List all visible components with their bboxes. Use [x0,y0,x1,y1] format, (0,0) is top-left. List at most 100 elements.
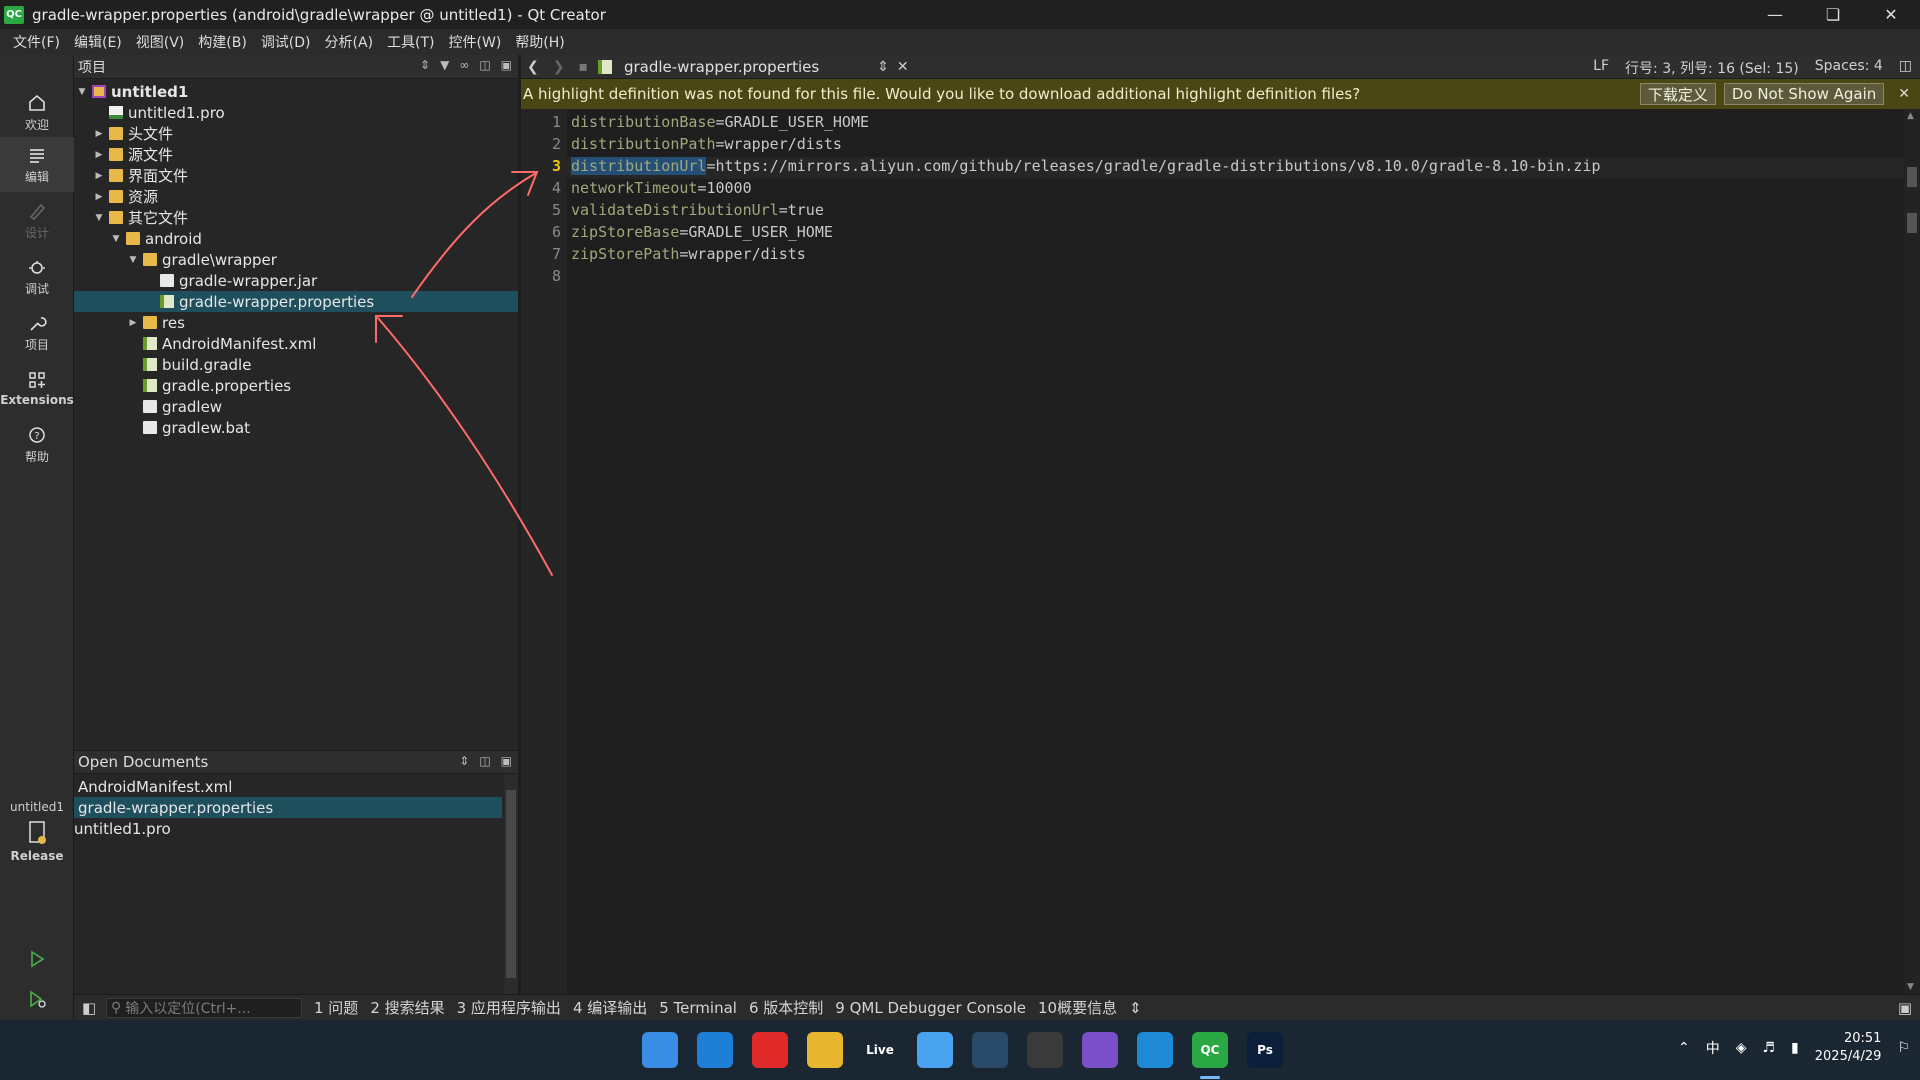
file-explorer-icon[interactable] [807,1032,843,1068]
restore-button[interactable]: ❏ [1804,0,1862,29]
tree-item[interactable]: ▶ 源文件 [74,144,518,165]
back-arrow-icon[interactable]: ❮ [527,59,539,75]
expanded-arrow-icon[interactable]: ▼ [127,255,139,265]
tree-item[interactable]: gradle-wrapper.properties [74,291,518,312]
code-line[interactable]: zipStoreBase=GRADLE_USER_HOME [571,223,833,241]
toggle-right-sidebar-icon[interactable]: ▣ [1898,999,1912,1017]
ime-indicator[interactable]: 中 [1706,1038,1720,1058]
steam-icon[interactable] [972,1032,1008,1068]
split-editor-icon[interactable]: ◫ [1899,58,1912,78]
clock[interactable]: 20:51 2025/4/29 [1815,1030,1882,1066]
edge-icon[interactable] [697,1032,733,1068]
menu-item[interactable]: 文件(F) [13,32,60,52]
document-switch-icon[interactable]: ⇕ [877,59,889,75]
output-tab[interactable]: 10概要信息 [1038,997,1117,1018]
output-tab[interactable]: 9 QML Debugger Console [835,999,1026,1017]
close-info-icon[interactable]: ✕ [1898,86,1910,102]
live-icon[interactable]: Live [862,1032,898,1068]
tree-item[interactable]: AndroidManifest.xml [74,333,518,354]
close-pane-icon[interactable]: ▣ [501,58,512,72]
windows-start-icon[interactable] [642,1032,678,1068]
notification-bell-icon[interactable]: ⚐ [1897,1040,1910,1056]
collapsed-arrow-icon[interactable]: ▶ [93,150,105,160]
vscode-icon[interactable] [1137,1032,1173,1068]
view-switch-icon[interactable]: ⇕ [459,754,469,768]
tree-item[interactable]: ▼ android [74,228,518,249]
view-switch-icon[interactable]: ⇕ [420,58,430,72]
download-definitions-button[interactable]: 下载定义 [1639,83,1716,105]
open-document-item[interactable]: untitled1.pro [74,818,502,839]
mode-projects[interactable]: 项目 [0,305,74,360]
tree-item[interactable]: gradlew.bat [74,417,518,438]
filter-icon[interactable]: ▼ [440,58,449,72]
menu-item[interactable]: 分析(A) [325,32,374,52]
tree-item[interactable]: ▼ 其它文件 [74,207,518,228]
code-line[interactable]: zipStorePath=wrapper/dists [571,245,806,263]
mode-extensions[interactable]: Extensions [0,361,74,416]
security-icon[interactable] [917,1032,953,1068]
collapsed-arrow-icon[interactable]: ▶ [93,129,105,139]
mode-welcome[interactable]: 欢迎 [0,85,74,140]
menu-item[interactable]: 编辑(E) [74,32,122,52]
tree-item[interactable]: ▶ 头文件 [74,123,518,144]
cursor-position[interactable]: 行号: 3, 列号: 16 (Sel: 15) [1625,58,1799,78]
unity-icon[interactable] [1027,1032,1063,1068]
forward-arrow-icon[interactable]: ❯ [553,59,565,75]
close-document-icon[interactable]: ✕ [897,59,909,75]
qt-creator-icon[interactable]: QC [1192,1032,1228,1068]
toggle-sidebar-icon[interactable]: ◧ [82,999,96,1017]
kit-selector[interactable]: untitled1 Release [0,800,74,863]
output-tab[interactable]: 5 Terminal [659,999,737,1017]
run-button[interactable] [0,940,74,980]
split-icon[interactable]: ◫ [479,754,490,768]
collapsed-arrow-icon[interactable]: ▶ [93,192,105,202]
more-tabs-icon[interactable]: ⇕ [1129,999,1142,1017]
tree-item[interactable]: ▶ res [74,312,518,333]
mode-edit[interactable]: 编辑 [0,137,74,192]
battery-icon[interactable]: ▮ [1791,1040,1799,1056]
volume-icon[interactable]: ♬ [1762,1040,1775,1056]
collapsed-arrow-icon[interactable]: ▶ [127,318,139,328]
tree-item[interactable]: gradle.properties [74,375,518,396]
close-pane-icon[interactable]: ▣ [501,754,512,768]
photoshop-icon[interactable]: Ps [1247,1032,1283,1068]
tree-item[interactable]: gradle-wrapper.jar [74,270,518,291]
line-ending-indicator[interactable]: LF [1593,58,1609,78]
open-documents-scrollbar[interactable] [504,774,518,994]
expanded-arrow-icon[interactable]: ▼ [110,234,122,244]
tree-item[interactable]: ▶ 界面文件 [74,165,518,186]
netease-music-icon[interactable] [752,1032,788,1068]
wifi-icon[interactable]: ◈ [1736,1040,1747,1056]
menu-item[interactable]: 调试(D) [261,32,311,52]
tree-item[interactable]: ▶ 资源 [74,186,518,207]
editor-scrollbar[interactable]: ▲ ▼ [1904,109,1920,994]
code-editor[interactable]: distributionBase=GRADLE_USER_HOMEdistrib… [567,109,1904,994]
split-icon[interactable]: ◫ [479,58,490,72]
code-line[interactable]: distributionBase=GRADLE_USER_HOME [571,113,869,131]
collapsed-arrow-icon[interactable]: ▶ [93,171,105,181]
menu-item[interactable]: 控件(W) [449,32,502,52]
output-tab[interactable]: 3 应用程序输出 [457,997,561,1018]
document-selector[interactable]: gradle-wrapper.properties [624,58,819,76]
output-tab[interactable]: 6 版本控制 [749,997,823,1018]
chevron-up-icon[interactable]: ⌃ [1678,1040,1690,1056]
menu-item[interactable]: 构建(B) [198,32,247,52]
mode-help[interactable]: ? 帮助 [0,417,74,472]
open-document-item[interactable]: gradle-wrapper.properties [74,797,502,818]
mode-design[interactable]: 设计 [0,193,74,248]
menu-item[interactable]: 工具(T) [387,32,434,52]
code-line[interactable]: networkTimeout=10000 [571,179,752,197]
tree-item[interactable]: build.gradle [74,354,518,375]
open-document-item[interactable]: AndroidManifest.xml [74,776,502,797]
indent-setting[interactable]: Spaces: 4 [1815,58,1883,78]
code-line[interactable]: distributionUrl=https://mirrors.aliyun.c… [571,157,1601,175]
tree-item[interactable]: ▼ gradle\wrapper [74,249,518,270]
tree-item[interactable]: ▼ untitled1 [74,81,518,102]
tree-item[interactable]: untitled1.pro [74,102,518,123]
code-line[interactable]: distributionPath=wrapper/dists [571,135,842,153]
menu-item[interactable]: 帮助(H) [515,32,564,52]
mode-debug[interactable]: 调试 [0,249,74,304]
output-tab[interactable]: 2 搜索结果 [370,997,444,1018]
tree-item[interactable]: gradlew [74,396,518,417]
link-icon[interactable]: ∞ [459,58,469,72]
